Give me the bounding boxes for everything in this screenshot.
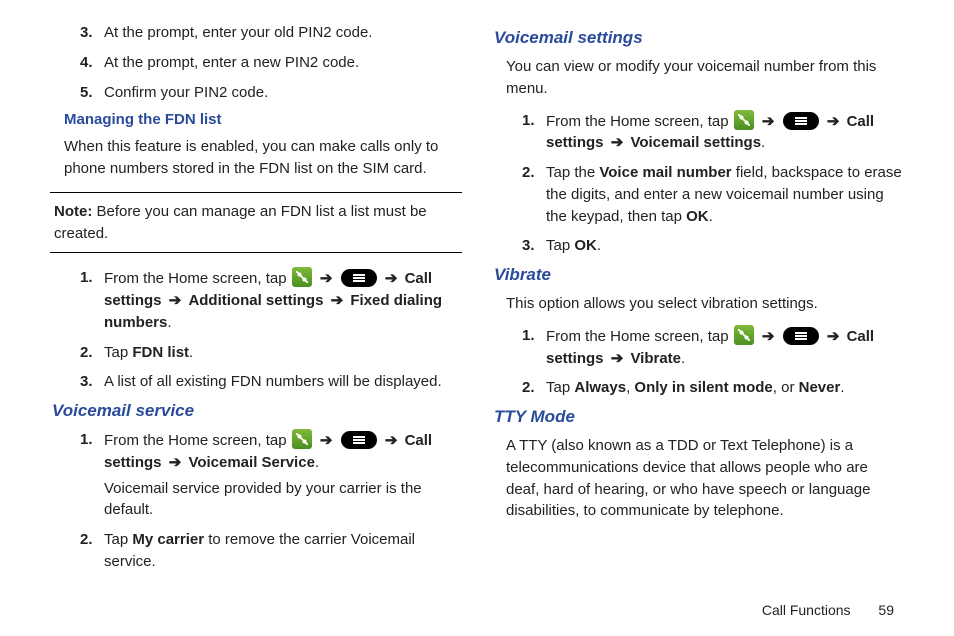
phone-icon bbox=[292, 267, 312, 287]
list-item: 1. From the Home screen, tap ➔ ➔ Call se… bbox=[50, 429, 462, 474]
arrow-icon: ➔ bbox=[317, 270, 336, 287]
list-number: 2. bbox=[80, 342, 104, 364]
arrow-icon: ➔ bbox=[328, 292, 347, 309]
list-item: 3. Tap OK. bbox=[492, 235, 904, 257]
note-body: Before you can manage an FDN list a list… bbox=[54, 203, 427, 242]
list-text: At the prompt, enter a new PIN2 code. bbox=[104, 52, 462, 74]
menu-icon bbox=[341, 269, 377, 287]
sub-paragraph: Voicemail service provided by your carri… bbox=[104, 478, 462, 522]
phone-icon bbox=[734, 325, 754, 345]
list-item: 1. From the Home screen, tap ➔ ➔ Call se… bbox=[492, 110, 904, 155]
paragraph: When this feature is enabled, you can ma… bbox=[50, 136, 462, 180]
phone-icon bbox=[292, 429, 312, 449]
list-item: 2. Tap My carrier to remove the carrier … bbox=[50, 529, 462, 573]
arrow-icon: ➔ bbox=[759, 113, 778, 130]
list-number: 1. bbox=[80, 267, 104, 333]
page-footer: Call Functions 59 bbox=[762, 602, 894, 618]
list-text: From the Home screen, tap ➔ ➔ Call setti… bbox=[546, 325, 904, 370]
list-number: 5. bbox=[80, 82, 104, 104]
arrow-icon: ➔ bbox=[166, 292, 185, 309]
arrow-icon: ➔ bbox=[608, 134, 627, 151]
list-item: 2. Tap FDN list. bbox=[50, 342, 462, 364]
paragraph: You can view or modify your voicemail nu… bbox=[492, 56, 904, 100]
left-column: 3. At the prompt, enter your old PIN2 co… bbox=[50, 22, 462, 581]
list-number: 2. bbox=[522, 162, 546, 227]
right-column: Voicemail settings You can view or modif… bbox=[492, 22, 904, 581]
list-number: 1. bbox=[522, 110, 546, 155]
list-number: 2. bbox=[522, 377, 546, 399]
arrow-icon: ➔ bbox=[824, 328, 843, 345]
list-number: 3. bbox=[522, 235, 546, 257]
list-item: 2. Tap Always, Only in silent mode, or N… bbox=[492, 377, 904, 399]
note-box: Note: Before you can manage an FDN list … bbox=[50, 192, 462, 254]
list-item: 2. Tap the Voice mail number field, back… bbox=[492, 162, 904, 227]
list-number: 3. bbox=[80, 371, 104, 393]
heading-voicemail-service: Voicemail service bbox=[50, 401, 462, 421]
list-text: From the Home screen, tap ➔ ➔ Call setti… bbox=[104, 429, 462, 474]
heading-voicemail-settings: Voicemail settings bbox=[492, 28, 904, 48]
page-body: 3. At the prompt, enter your old PIN2 co… bbox=[0, 0, 954, 581]
heading-managing-fdn: Managing the FDN list bbox=[50, 111, 462, 128]
heading-tty-mode: TTY Mode bbox=[492, 407, 904, 427]
heading-vibrate: Vibrate bbox=[492, 265, 904, 285]
list-item: 1. From the Home screen, tap ➔ ➔ Call se… bbox=[50, 267, 462, 333]
list-number: 2. bbox=[80, 529, 104, 573]
menu-icon bbox=[783, 112, 819, 130]
arrow-icon: ➔ bbox=[166, 454, 185, 471]
paragraph: A TTY (also known as a TDD or Text Telep… bbox=[492, 435, 904, 522]
menu-icon bbox=[783, 327, 819, 345]
list-item: 4. At the prompt, enter a new PIN2 code. bbox=[50, 52, 462, 74]
arrow-icon: ➔ bbox=[824, 113, 843, 130]
arrow-icon: ➔ bbox=[608, 350, 627, 367]
list-text: Tap My carrier to remove the carrier Voi… bbox=[104, 529, 462, 573]
arrow-icon: ➔ bbox=[382, 270, 401, 287]
list-text: Tap OK. bbox=[546, 235, 904, 257]
list-item: 1. From the Home screen, tap ➔ ➔ Call se… bbox=[492, 325, 904, 370]
list-item: 3. At the prompt, enter your old PIN2 co… bbox=[50, 22, 462, 44]
arrow-icon: ➔ bbox=[759, 328, 778, 345]
list-item: 3. A list of all existing FDN numbers wi… bbox=[50, 371, 462, 393]
list-number: 3. bbox=[80, 22, 104, 44]
phone-icon bbox=[734, 110, 754, 130]
list-number: 4. bbox=[80, 52, 104, 74]
list-text: Tap Always, Only in silent mode, or Neve… bbox=[546, 377, 904, 399]
page-number: 59 bbox=[878, 602, 894, 618]
arrow-icon: ➔ bbox=[382, 432, 401, 449]
list-text: From the Home screen, tap ➔ ➔ Call setti… bbox=[546, 110, 904, 155]
note-label: Note: bbox=[54, 203, 92, 220]
list-item: 5. Confirm your PIN2 code. bbox=[50, 82, 462, 104]
list-text: Confirm your PIN2 code. bbox=[104, 82, 462, 104]
arrow-icon: ➔ bbox=[317, 432, 336, 449]
list-text: A list of all existing FDN numbers will … bbox=[104, 371, 462, 393]
list-text: Tap FDN list. bbox=[104, 342, 462, 364]
list-number: 1. bbox=[522, 325, 546, 370]
list-text: At the prompt, enter your old PIN2 code. bbox=[104, 22, 462, 44]
list-text: Tap the Voice mail number field, backspa… bbox=[546, 162, 904, 227]
list-text: From the Home screen, tap ➔ ➔ Call setti… bbox=[104, 267, 462, 333]
section-name: Call Functions bbox=[762, 602, 851, 618]
menu-icon bbox=[341, 431, 377, 449]
list-number: 1. bbox=[80, 429, 104, 474]
paragraph: This option allows you select vibration … bbox=[492, 293, 904, 315]
